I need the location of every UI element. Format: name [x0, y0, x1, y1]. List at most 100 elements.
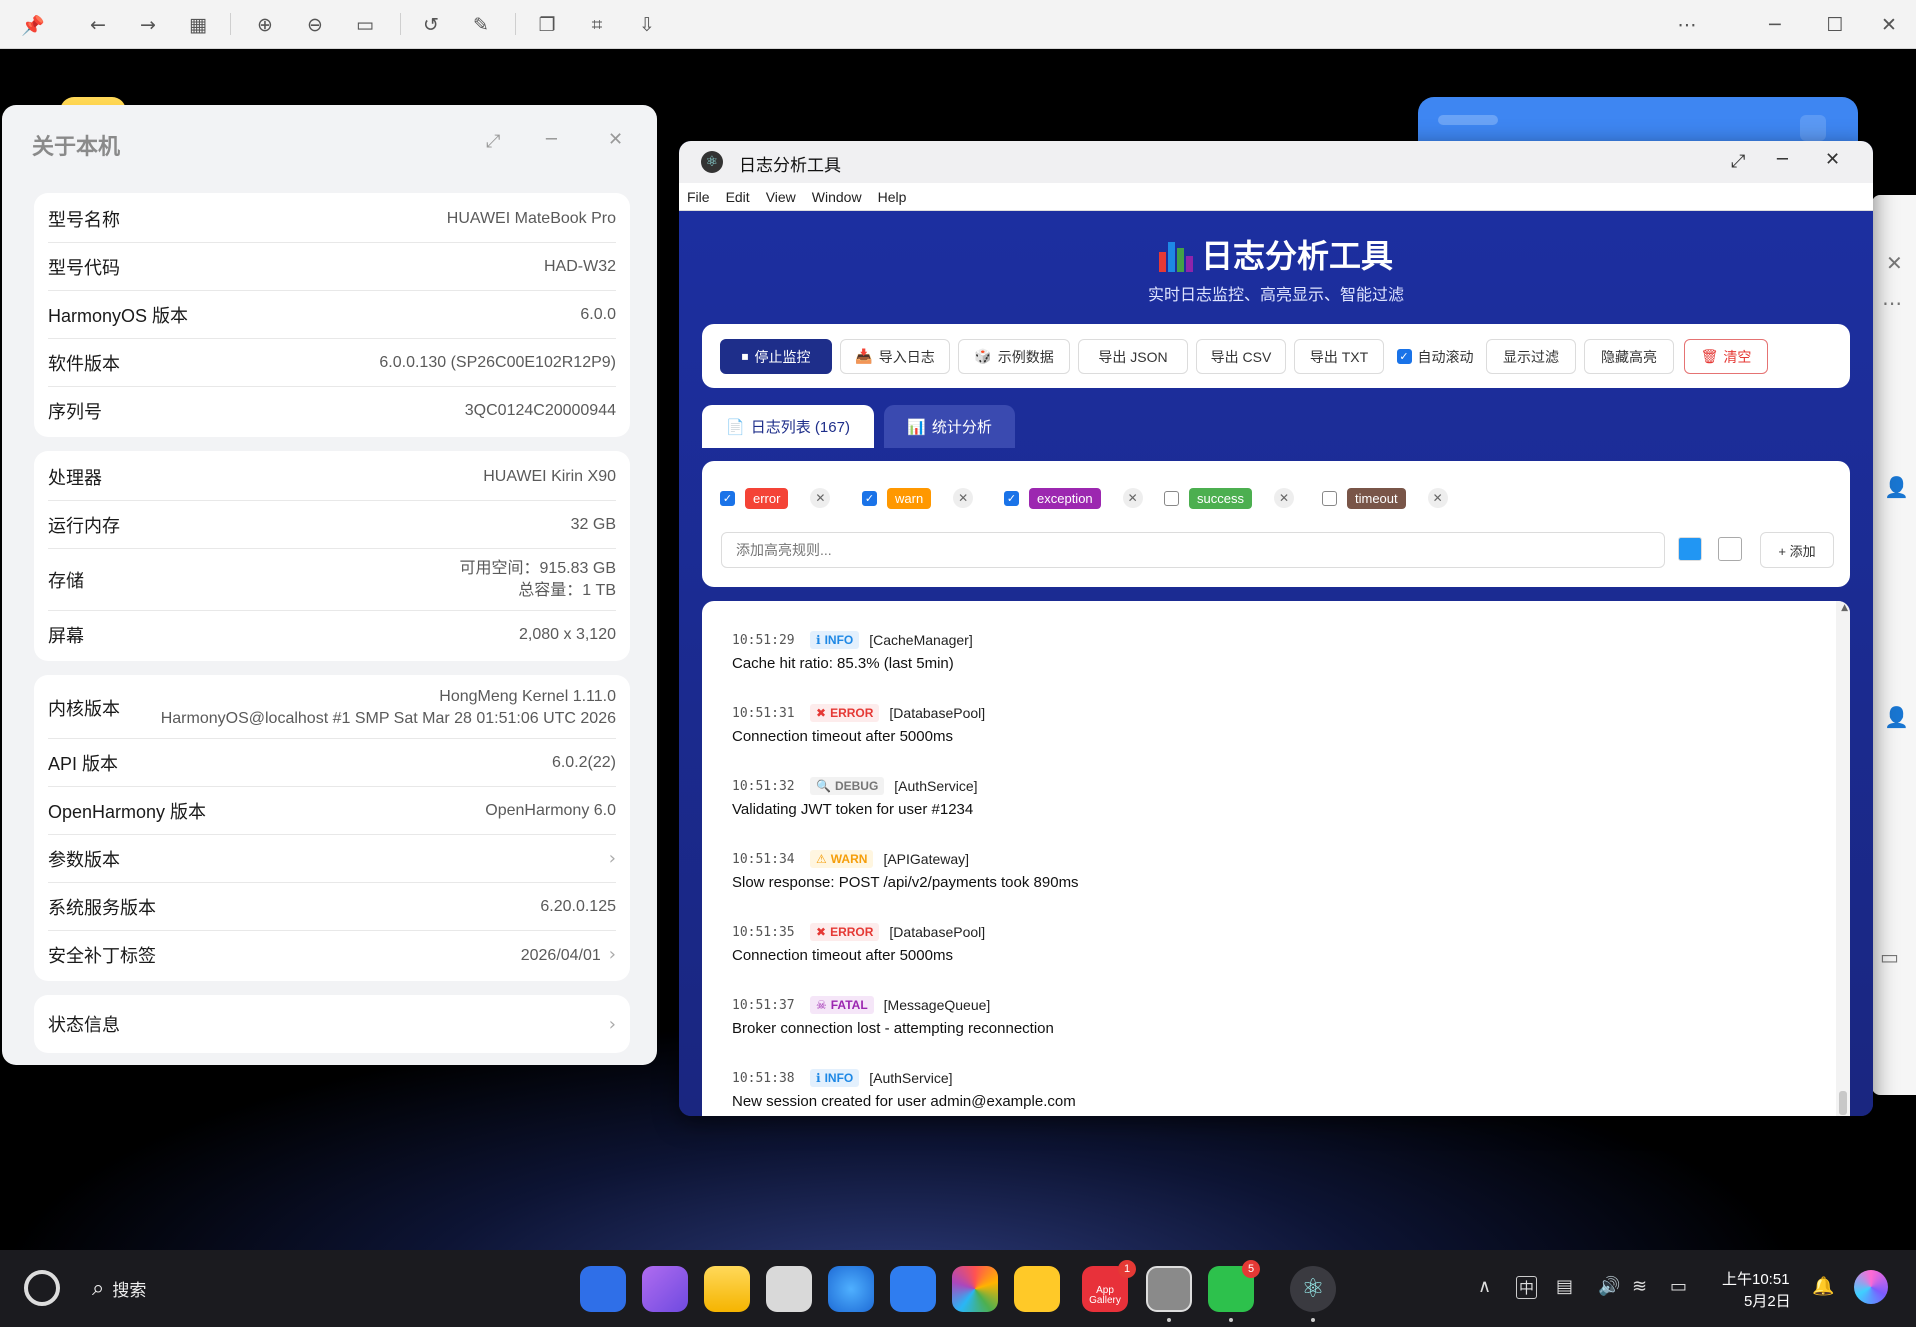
export-icon[interactable]: ⇩: [634, 12, 660, 38]
background-window-edge[interactable]: ✕ ⋯ 👤 👤 ▭: [1872, 195, 1916, 1095]
scrollbar-thumb[interactable]: [1839, 1091, 1847, 1115]
log-list[interactable]: 10:51:29 ℹ INFO [CacheManager] Cache hit rat…: [702, 601, 1850, 1116]
wifi-icon[interactable]: ≋: [1632, 1276, 1647, 1297]
settings-icon[interactable]: [1146, 1266, 1192, 1312]
highlight-checkbox[interactable]: [1164, 490, 1179, 506]
minimize-icon[interactable]: ─: [546, 129, 557, 150]
app-launcher-icon[interactable]: [580, 1266, 626, 1312]
log-entry[interactable]: 10:51:29 ℹ INFO [CacheManager] Cache hit rat…: [732, 629, 1812, 672]
close-icon[interactable]: ✕: [1825, 149, 1840, 170]
taskbar-search[interactable]: ⌕ 搜索: [92, 1276, 146, 1301]
close-icon[interactable]: ✕: [608, 129, 623, 150]
fullscreen-icon[interactable]: ⤢: [1731, 151, 1745, 172]
menu-edit[interactable]: Edit: [718, 183, 758, 210]
zoom-out-icon[interactable]: ⊖: [302, 12, 328, 38]
edit-icon[interactable]: ✎: [468, 12, 494, 38]
remove-highlight-icon[interactable]: ✕: [953, 488, 974, 508]
info-label: 内核版本: [48, 698, 120, 719]
highlight-checkbox[interactable]: ✓: [720, 490, 735, 506]
menu-help[interactable]: Help: [870, 183, 915, 210]
menu-window[interactable]: Window: [804, 183, 870, 210]
mail-icon[interactable]: [890, 1266, 936, 1312]
background-color-picker[interactable]: [1718, 537, 1742, 561]
menu-file[interactable]: File: [679, 183, 718, 210]
stop-monitor-button[interactable]: ⏹ 停止监控: [720, 339, 832, 374]
assistant-icon[interactable]: [1854, 1270, 1888, 1304]
export-json-button[interactable]: 导出 JSON: [1078, 339, 1188, 374]
param-version-row[interactable]: 参数版本 ›: [48, 835, 616, 883]
clear-button[interactable]: 🗑 清空: [1684, 339, 1768, 374]
minimize-icon[interactable]: ─: [1777, 149, 1788, 170]
close-icon[interactable]: ✕: [1876, 12, 1902, 38]
patch-row[interactable]: 安全补丁标签 2026/04/01 ›: [48, 931, 616, 979]
highlight-rule-input[interactable]: [721, 532, 1665, 568]
electron-app-icon[interactable]: ⚛: [1290, 1266, 1336, 1312]
remove-highlight-icon[interactable]: ✕: [810, 488, 831, 508]
info-row: OpenHarmony 版本 OpenHarmony 6.0: [48, 787, 616, 835]
forward-icon[interactable]: →: [135, 12, 161, 38]
multitask-icon[interactable]: [642, 1266, 688, 1312]
notes-icon[interactable]: [1014, 1266, 1060, 1312]
fullscreen-icon[interactable]: ⤢: [486, 131, 500, 152]
auto-scroll-checkbox[interactable]: ✓ 自动滚动: [1390, 339, 1480, 374]
export-txt-button[interactable]: 导出 TXT: [1294, 339, 1384, 374]
close-icon[interactable]: ✕: [1886, 251, 1903, 275]
pin-icon[interactable]: 📌: [20, 12, 46, 38]
back-icon[interactable]: ←: [85, 12, 111, 38]
tab-log-list[interactable]: 📄 日志列表 (167): [702, 405, 874, 448]
import-log-button[interactable]: 📥 导入日志: [840, 339, 950, 374]
maximize-icon[interactable]: ☐: [1822, 12, 1848, 38]
add-rule-button[interactable]: + 添加: [1760, 532, 1834, 568]
grid-icon[interactable]: ▦: [185, 12, 211, 38]
crop-icon[interactable]: ⌗: [584, 12, 610, 38]
notification-bell-icon[interactable]: 🔔: [1812, 1276, 1834, 1297]
gallery-icon[interactable]: [952, 1266, 998, 1312]
log-entry[interactable]: 10:51:32 🔍 DEBUG [AuthService] Validating JW…: [732, 775, 1812, 818]
scroll-up-icon[interactable]: ▲: [1841, 603, 1848, 613]
trash-icon[interactable]: [766, 1266, 812, 1312]
remove-highlight-icon[interactable]: ✕: [1122, 488, 1143, 508]
highlight-checkbox[interactable]: ✓: [862, 490, 877, 506]
copy-icon[interactable]: ❐: [534, 12, 560, 38]
log-time: 10:51:38: [732, 1070, 795, 1086]
info-row: API 版本 6.0.2(22): [48, 739, 616, 787]
menu-view[interactable]: View: [758, 183, 804, 210]
start-icon[interactable]: [24, 1270, 60, 1306]
more-icon[interactable]: ⋯: [1882, 291, 1902, 315]
battery-icon[interactable]: ▭: [1670, 1276, 1687, 1297]
highlight-checkbox[interactable]: [1322, 490, 1337, 506]
zoom-in-icon[interactable]: ⊕: [252, 12, 278, 38]
log-source: [AuthService]: [869, 1070, 953, 1086]
clock-time[interactable]: 上午10:51: [1722, 1268, 1790, 1289]
clock-date[interactable]: 5月2日: [1744, 1290, 1791, 1311]
chevron-up-icon[interactable]: ∧: [1478, 1276, 1491, 1297]
files-icon[interactable]: [704, 1266, 750, 1312]
remove-highlight-icon[interactable]: ✕: [1273, 488, 1294, 508]
level-label: INFO: [824, 633, 854, 647]
remove-highlight-icon[interactable]: ✕: [1427, 488, 1448, 508]
log-entry[interactable]: 10:51:38 ℹ INFO [AuthService] New session cr…: [732, 1067, 1812, 1110]
log-entry[interactable]: 10:51:34 ⚠ WARN [APIGateway] Slow response: …: [732, 848, 1812, 891]
log-entry[interactable]: 10:51:37 ☠ FATAL [MessageQueue] Broker conne…: [732, 994, 1812, 1037]
sample-data-button[interactable]: 🎲 示例数据: [958, 339, 1070, 374]
minimize-icon[interactable]: ─: [1762, 12, 1788, 38]
browser-icon[interactable]: [828, 1266, 874, 1312]
export-csv-button[interactable]: 导出 CSV: [1196, 339, 1286, 374]
scrollbar[interactable]: ▲: [1836, 601, 1850, 1116]
color-picker[interactable]: [1678, 537, 1702, 561]
more-icon[interactable]: ⋯: [1674, 12, 1700, 38]
volume-icon[interactable]: 🔊: [1598, 1276, 1620, 1297]
video-icon[interactable]: ▭: [1880, 945, 1899, 969]
tab-statistics[interactable]: 📊 统计分析: [884, 405, 1015, 448]
actual-size-icon[interactable]: ▭: [352, 12, 378, 38]
rotate-icon[interactable]: ↺: [418, 12, 444, 38]
show-filter-button[interactable]: 显示过滤: [1486, 339, 1576, 374]
status-info-row[interactable]: 状态信息 ›: [48, 997, 616, 1051]
hide-highlight-button[interactable]: 隐藏高亮: [1584, 339, 1674, 374]
log-entry[interactable]: 10:51:31 ✖ ERROR [DatabasePool] Connection t…: [732, 702, 1812, 745]
ime-indicator[interactable]: 中: [1516, 1276, 1538, 1299]
log-level-badge: 🔍 DEBUG: [810, 777, 885, 795]
highlight-checkbox[interactable]: ✓: [1004, 490, 1019, 506]
log-entry[interactable]: 10:51:35 ✖ ERROR [DatabasePool] Connection t…: [732, 921, 1812, 964]
clipboard-icon[interactable]: ▤: [1556, 1276, 1573, 1297]
